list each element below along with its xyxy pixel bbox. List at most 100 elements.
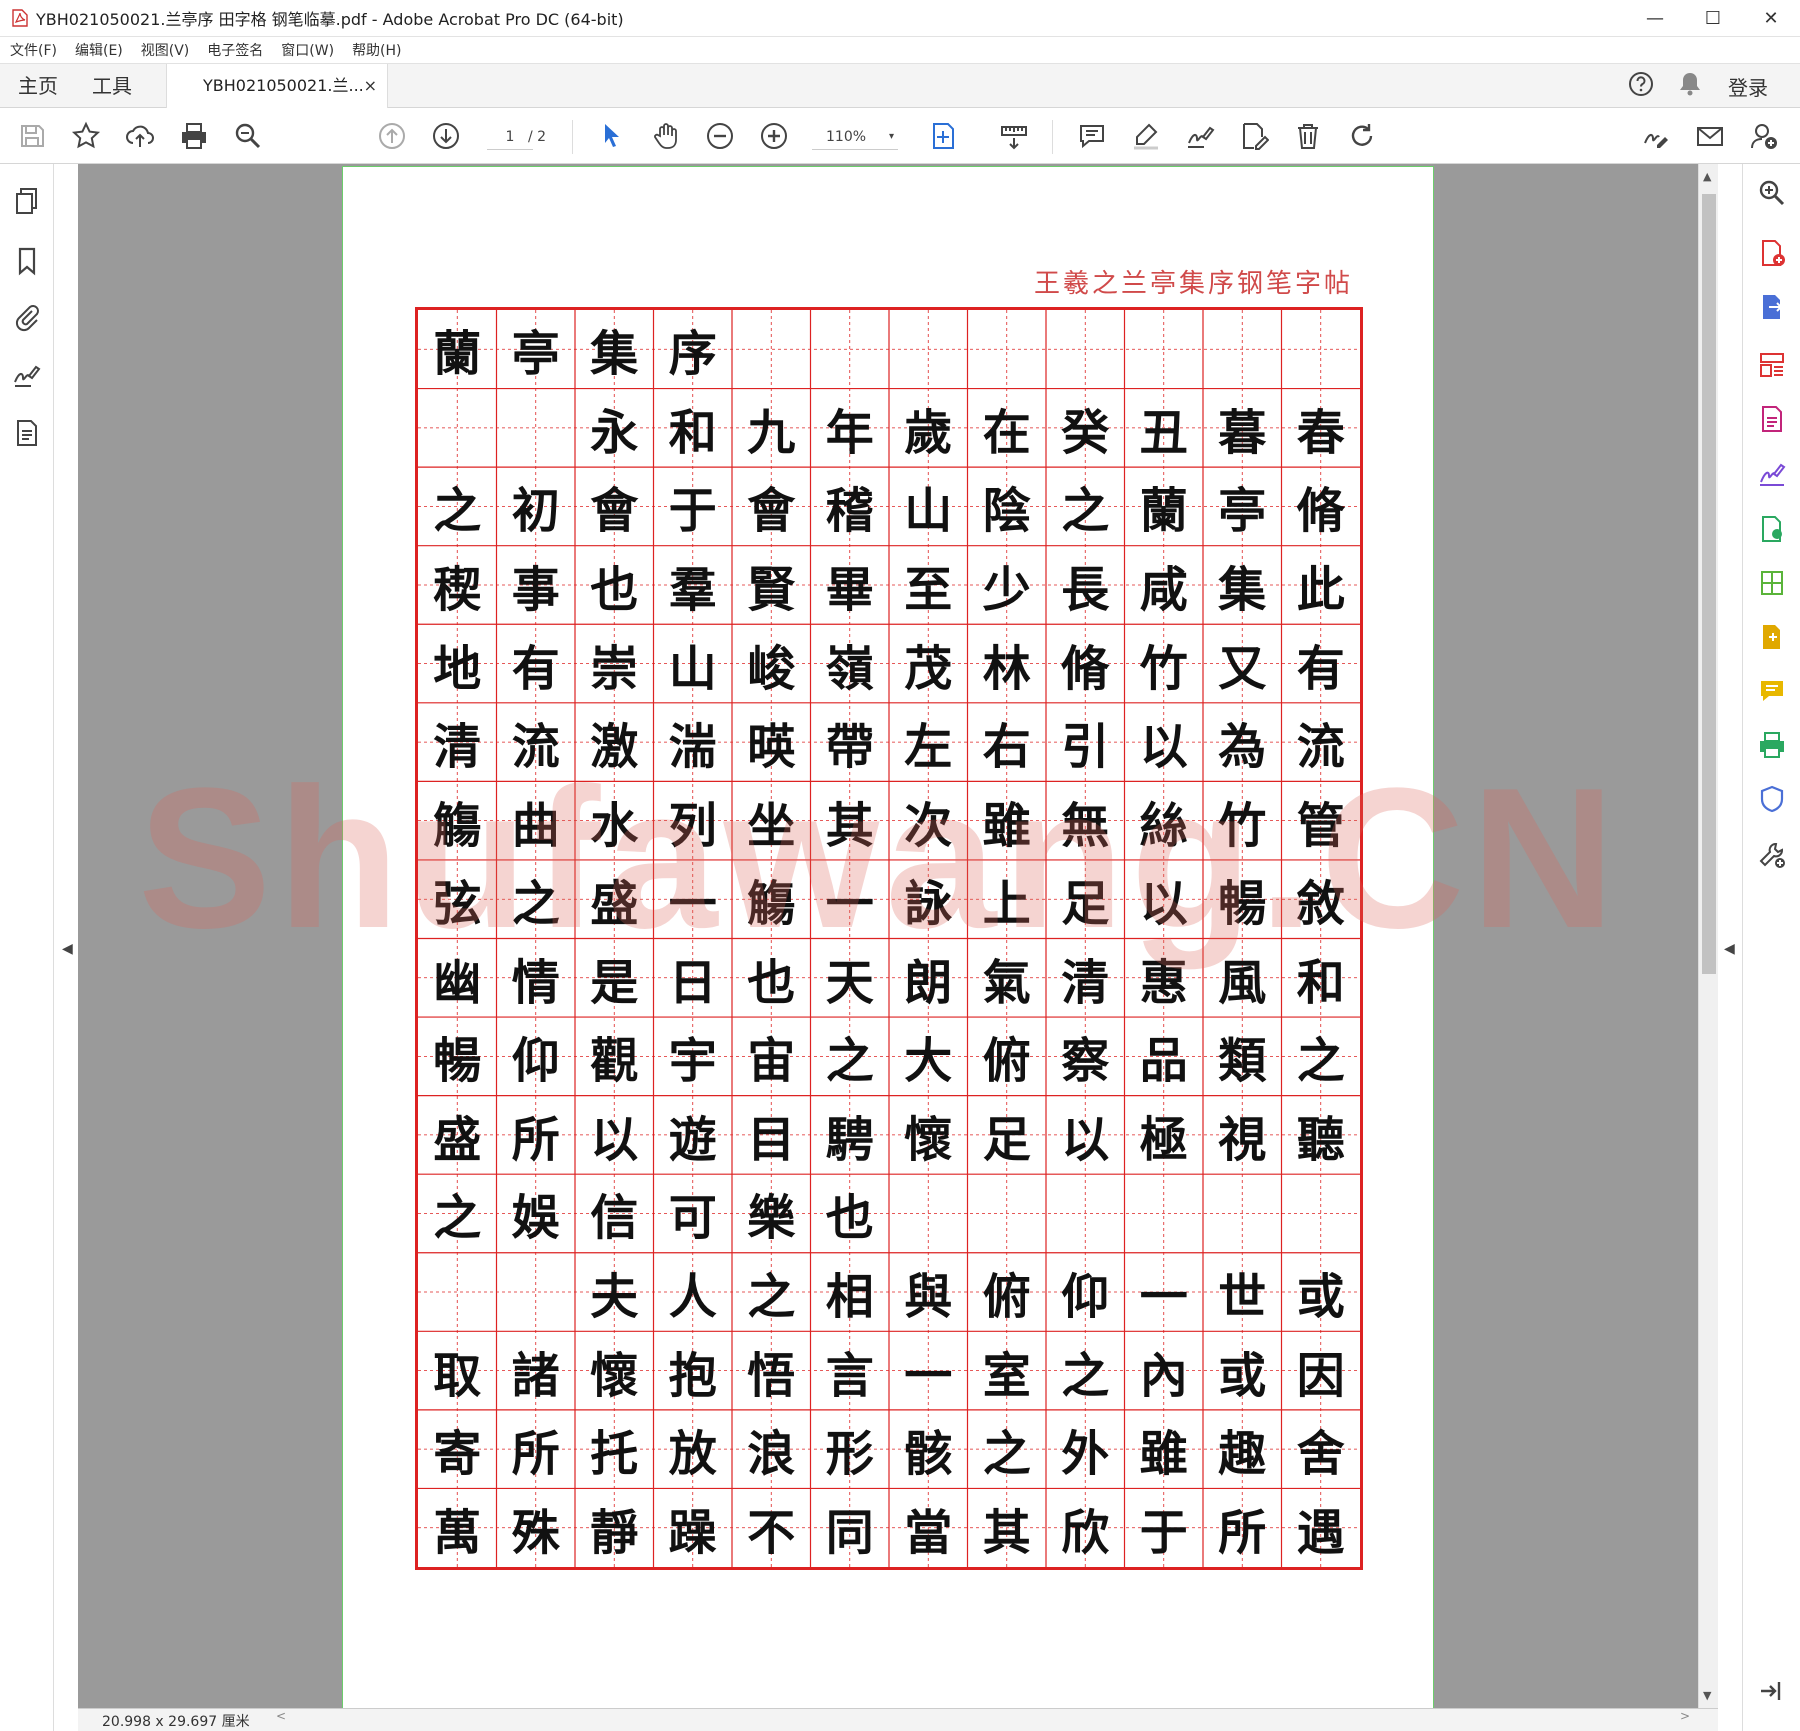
menu-help[interactable]: 帮助(H) <box>352 40 401 60</box>
calligraphy-character: 懷 <box>590 1347 639 1404</box>
export-pdf-icon[interactable] <box>1757 292 1787 322</box>
calligraphy-character: 觴 <box>433 797 482 854</box>
calligraphy-character: 有 <box>1296 640 1345 697</box>
notification-bell-icon[interactable] <box>1678 71 1702 101</box>
attachments-icon[interactable] <box>12 302 42 332</box>
sign-pen-icon[interactable] <box>1184 120 1216 152</box>
calligraphy-character: 極 <box>1139 1111 1188 1168</box>
zoom-level-select[interactable]: 110% ▾ <box>812 124 898 150</box>
collapse-right-icon: ◀ <box>1724 941 1735 957</box>
scan-ocr-icon[interactable] <box>1757 568 1787 598</box>
left-navigation-pane <box>0 164 54 1731</box>
enhance-scan-icon[interactable] <box>1757 178 1787 208</box>
calligraphy-character: 左 <box>904 719 953 776</box>
create-pdf-icon[interactable] <box>1757 238 1787 268</box>
cloud-upload-icon[interactable] <box>124 120 156 152</box>
calligraphy-character <box>811 310 890 389</box>
save-icon[interactable] <box>16 120 48 152</box>
calligraphy-character: 右 <box>982 719 1031 776</box>
signatures-icon[interactable] <box>12 360 42 390</box>
calligraphy-character: 娛 <box>511 1190 560 1247</box>
find-zoom-icon[interactable] <box>232 120 264 152</box>
close-tab-icon[interactable]: × <box>364 64 377 108</box>
calligraphy-character: 管 <box>1296 797 1345 854</box>
page-thumbnails-icon[interactable] <box>12 186 42 216</box>
zoom-in-icon[interactable] <box>758 120 790 152</box>
menu-file[interactable]: 文件(F) <box>10 40 57 60</box>
zoom-out-icon[interactable] <box>704 120 736 152</box>
fill-sign-icon[interactable] <box>1640 120 1672 152</box>
menu-window[interactable]: 窗口(W) <box>281 40 334 60</box>
comment-icon[interactable] <box>1076 120 1108 152</box>
right-tools-pane <box>1742 164 1800 1731</box>
organize-pages-icon[interactable] <box>1757 350 1787 380</box>
edit-pdf-icon[interactable] <box>1757 404 1787 434</box>
page-fit-icon[interactable] <box>928 120 960 152</box>
menu-edit[interactable]: 编辑(E) <box>75 40 123 60</box>
hand-tool-icon[interactable] <box>650 120 682 152</box>
calligraphy-character: 之 <box>433 483 482 540</box>
edit-document-icon[interactable] <box>1238 120 1270 152</box>
left-pane-toggle[interactable]: ◀ <box>54 164 78 1731</box>
calligraphy-character: 取 <box>433 1347 482 1404</box>
delete-trash-icon[interactable] <box>1292 120 1324 152</box>
calligraphy-character: 或 <box>1296 1269 1345 1326</box>
print-production-icon[interactable] <box>1757 730 1787 760</box>
document-properties-icon[interactable] <box>12 418 42 448</box>
calligraphy-character: 之 <box>982 1426 1031 1483</box>
calligraphy-character: 萬 <box>433 1504 482 1561</box>
menu-esign[interactable]: 电子签名 <box>207 40 263 60</box>
close-window-button[interactable]: ✕ <box>1742 0 1800 37</box>
calligraphy-character: 俯 <box>982 1269 1031 1326</box>
next-page-icon[interactable] <box>430 120 462 152</box>
right-pane-toggle[interactable]: ◀ <box>1718 164 1742 1731</box>
tab-home[interactable]: 主页 <box>18 64 58 108</box>
combine-files-icon[interactable] <box>1757 622 1787 652</box>
highlight-pen-icon[interactable] <box>1130 120 1162 152</box>
calligraphy-character: 外 <box>1061 1426 1110 1483</box>
acrobat-window: YBH021050021.兰亭序 田字格 钢笔临摹.pdf - Adobe Ac… <box>0 0 1800 1731</box>
help-icon[interactable] <box>1628 71 1654 101</box>
scroll-thumb[interactable] <box>1702 194 1716 974</box>
rotate-icon[interactable] <box>1346 120 1378 152</box>
vertical-scrollbar[interactable]: ▲ ▼ <box>1698 164 1718 1708</box>
calligraphy-character: 浪 <box>747 1426 796 1483</box>
scroll-down-arrow-icon[interactable]: ▼ <box>1703 1689 1711 1702</box>
calligraphy-character: 賢 <box>747 561 796 618</box>
main-toolbar: 1 / 2 110% ▾ <box>0 108 1800 164</box>
comment-tool-icon[interactable] <box>1757 676 1787 706</box>
calligraphy-character: 仰 <box>511 1033 560 1090</box>
toolbar-divider <box>572 120 573 154</box>
maximize-button[interactable]: ☐ <box>1684 0 1742 37</box>
tab-tools[interactable]: 工具 <box>92 64 132 108</box>
compare-files-icon[interactable] <box>1757 514 1787 544</box>
protect-shield-icon[interactable] <box>1757 784 1787 814</box>
login-button[interactable]: 登录 <box>1728 72 1768 101</box>
document-canvas[interactable]: 王羲之兰亭集序钢笔字帖 蘭亭集序永和九年歲在癸丑暮春之初會于會稽山陰之蘭亭脩稧事… <box>78 164 1698 1708</box>
previous-page-icon[interactable] <box>376 120 408 152</box>
tab-document[interactable]: YBH021050021.兰... × <box>166 64 388 109</box>
page-number-input[interactable]: 1 <box>487 124 533 150</box>
bookmark-star-icon[interactable] <box>70 120 102 152</box>
measure-tool-icon[interactable] <box>998 120 1030 152</box>
scroll-left-arrow-icon[interactable]: < <box>276 1709 286 1723</box>
calligraphy-character: 品 <box>1139 1033 1188 1090</box>
print-icon[interactable] <box>178 120 210 152</box>
calligraphy-character: 長 <box>1061 561 1110 618</box>
collapse-tools-icon[interactable] <box>1757 1676 1787 1706</box>
scroll-up-arrow-icon[interactable]: ▲ <box>1703 170 1711 183</box>
share-user-icon[interactable] <box>1748 120 1780 152</box>
minimize-button[interactable]: — <box>1626 0 1684 37</box>
calligraphy-character: 或 <box>1218 1347 1267 1404</box>
menu-view[interactable]: 视图(V) <box>141 40 190 60</box>
select-cursor-icon[interactable] <box>596 120 628 152</box>
calligraphy-character: 諸 <box>511 1347 560 1404</box>
email-icon[interactable] <box>1694 120 1726 152</box>
more-tools-icon[interactable] <box>1757 840 1787 870</box>
calligraphy-character <box>1203 1174 1282 1253</box>
scroll-right-arrow-icon[interactable]: > <box>1680 1709 1690 1723</box>
bookmarks-icon[interactable] <box>12 246 42 276</box>
calligraphy-character: 山 <box>904 483 953 540</box>
calligraphy-character: 天 <box>825 954 874 1011</box>
request-signature-icon[interactable] <box>1757 458 1787 488</box>
